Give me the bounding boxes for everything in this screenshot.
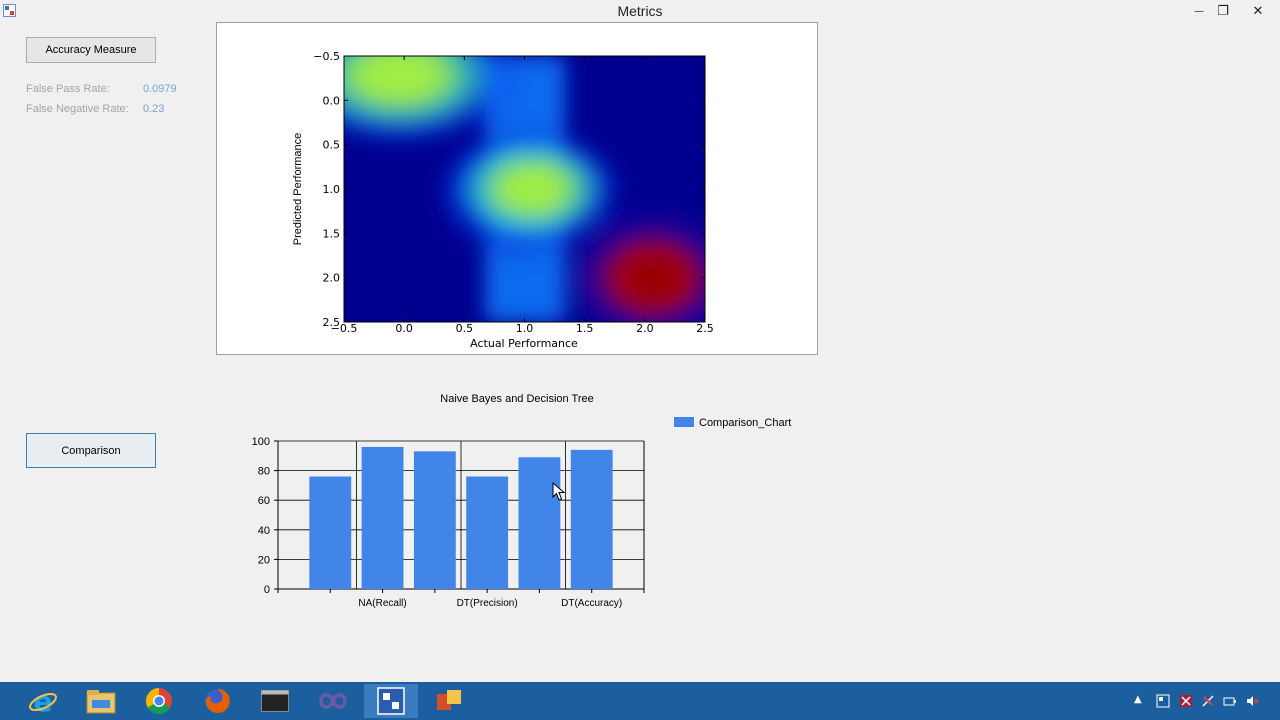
taskbar-terminal[interactable] (248, 684, 302, 718)
metrics-window: Accuracy Measure False Pass Rate: 0.0979… (0, 22, 1280, 682)
internet-explorer-icon: e (29, 686, 57, 716)
metrics-app-icon (377, 687, 405, 715)
taskbar-file-explorer[interactable] (74, 684, 128, 718)
bar-ytick-label: 100 (252, 436, 270, 448)
taskbar: e ▲ (0, 682, 1280, 720)
windows-app-icon (437, 690, 461, 710)
bar-dt-precision (466, 476, 509, 589)
title-bar: Metrics — ❐ ✕ (0, 0, 1280, 22)
heatmap-ytick-label: 2.0 (323, 272, 341, 285)
close-icon: ✕ (1252, 3, 1264, 19)
heatmap-ytick-label: 0.5 (323, 139, 341, 152)
taskbar-firefox[interactable] (190, 684, 244, 718)
bar-dt-recall (518, 457, 561, 589)
terminal-icon (261, 690, 289, 712)
bar-xtick-label: DT(Accuracy) (561, 598, 622, 609)
show-hidden-icons-button[interactable]: ▲ (1134, 694, 1142, 705)
false-negative-rate-value: 0.23 (143, 103, 165, 115)
network-icon[interactable] (1201, 694, 1215, 708)
taskbar-internet-explorer[interactable]: e (16, 684, 70, 718)
mouse-cursor (552, 482, 566, 501)
taskbar-windows-app[interactable] (422, 684, 476, 718)
chrome-icon (145, 687, 172, 715)
heatmap-xtick-label: 0.0 (395, 322, 413, 335)
taskbar-metrics-app[interactable] (364, 684, 418, 718)
bar-ytick-label: 80 (258, 466, 270, 478)
false-pass-rate-label: False Pass Rate: (26, 83, 110, 95)
bar-chart-title: Naive Bayes and Decision Tree (440, 393, 593, 405)
chevron-up-icon: ▲ (1134, 694, 1142, 705)
heatmap-ytick-label: 1.0 (323, 183, 341, 196)
bar-na-precision (309, 476, 352, 589)
bar-ytick-label: 40 (258, 525, 270, 537)
file-explorer-icon (86, 690, 116, 714)
heatmap-xtick-label: 1.0 (516, 322, 534, 335)
visual-studio-icon (319, 693, 347, 709)
heatmap-panel: −0.5 0.0 0.5 1.0 1.5 2.0 2.5 −0.5 0.0 0.5 1.0 1.5 2… (216, 22, 818, 355)
accuracy-measure-button[interactable]: Accuracy Measure (26, 37, 156, 63)
svg-text:e: e (34, 686, 53, 716)
restore-icon: ❐ (1217, 3, 1229, 19)
bar-ytick-label: 0 (264, 584, 270, 596)
firefox-icon (205, 688, 230, 713)
bar-na-accuracy (413, 451, 456, 589)
window-title: Metrics (617, 3, 663, 19)
minimize-icon: — (1194, 5, 1204, 17)
bar-xtick-label: DT(Precision) (457, 598, 518, 609)
heatmap-xlabel: Actual Performance (470, 337, 578, 350)
bar-dt-accuracy (570, 449, 613, 589)
legend-swatch (674, 417, 694, 427)
heatmap-ytick-label: 0.0 (323, 94, 341, 107)
bar-xtick-label: NA(Recall) (358, 598, 406, 609)
heatmap-xtick-label: 1.5 (576, 322, 594, 335)
bar-ytick-label: 20 (258, 554, 270, 566)
heatmap-plot: −0.5 0.0 0.5 1.0 1.5 2.0 2.5 −0.50.00.51.01.52… (292, 50, 714, 350)
comparison-chart: Naive Bayes and Decision Tree 0 20 40 60 80 1… (252, 393, 792, 609)
tray-flag-icon[interactable] (1179, 694, 1193, 708)
bar-na-recall (361, 446, 404, 589)
heatmap-ytick-label: 2.5 (323, 316, 341, 329)
battery-icon[interactable] (1223, 694, 1237, 708)
heatmap-xtick-label: 2.0 (636, 322, 654, 335)
heatmap-xtick-label: 0.5 (456, 322, 474, 335)
comparison-button[interactable]: Comparison (26, 433, 156, 468)
heatmap-ytick-label: 1.5 (323, 227, 341, 240)
close-button[interactable]: ✕ (1241, 0, 1275, 22)
maximize-button[interactable]: ❐ (1206, 0, 1240, 22)
heatmap-ytick-label: −0.5 (313, 50, 340, 63)
false-negative-rate-label: False Negative Rate: (26, 103, 129, 115)
legend-label: Comparison_Chart (699, 417, 791, 429)
heatmap-xtick-label: 2.5 (696, 322, 714, 335)
bar-ytick-label: 60 (258, 495, 270, 507)
volume-muted-icon[interactable] (1245, 694, 1259, 708)
taskbar-visual-studio[interactable] (306, 684, 360, 718)
heatmap-ylabel: Predicted Performance (292, 133, 304, 246)
taskbar-chrome[interactable] (132, 684, 186, 718)
tray-app-icon[interactable] (1156, 694, 1170, 708)
false-pass-rate-value: 0.0979 (143, 83, 177, 95)
